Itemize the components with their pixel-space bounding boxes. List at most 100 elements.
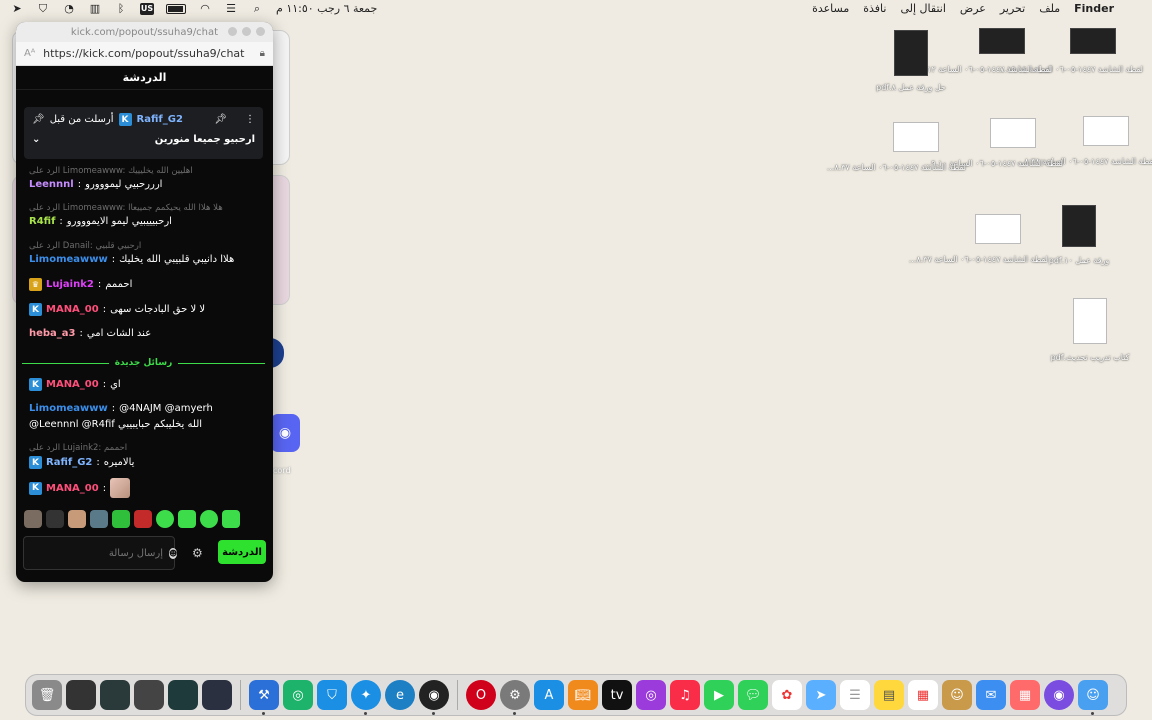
battery-icon[interactable] [166,3,186,14]
desktop-file[interactable]: لقطة الشاشة ١٤٤٧-٠٥-٠٦ الساعة ٩.١٠... [924,118,1063,170]
window-thumbnail-icon[interactable] [168,680,198,710]
window-thumbnail-icon[interactable] [134,680,164,710]
emoji-icon[interactable]: ☻ [169,547,178,559]
pinned-message[interactable]: 📌︎ أرسلت من قبل K Rafif_G2 📌︎ ⋮ ارحبيو ج… [24,107,263,159]
url-text[interactable]: https://kick.com/popout/ssuha9/chat [43,47,252,60]
opera-icon[interactable]: O [466,680,496,710]
notes-icon[interactable]: ▤ [874,680,904,710]
chat-username[interactable]: Rafif_G2 [46,457,92,468]
apple-icon[interactable] [1128,2,1142,15]
chat-message[interactable]: R4fif: ارحبيييبيي ليمو الايمووورو [29,216,265,227]
system-settings-icon[interactable]: ⚙ [500,680,530,715]
menu-edit[interactable]: تحرير [1000,2,1025,15]
window-thumbnail-icon[interactable] [66,680,96,710]
apple-tv-icon[interactable]: tv [602,680,632,710]
emote-icon[interactable] [222,510,240,528]
shield-icon[interactable]: ⛉ [36,2,50,15]
chevron-down-icon[interactable]: ⌄ [32,134,40,145]
menu-window[interactable]: نافذة [863,2,886,15]
close-button[interactable] [256,27,265,36]
facetime-icon[interactable]: ▶ [704,680,734,710]
more-options-icon[interactable]: ⋮ [245,114,255,125]
gear-icon[interactable]: ⚙ [192,546,203,560]
calendar-icon[interactable]: ▦ [908,680,938,710]
emote-icon[interactable] [24,510,42,528]
siri-icon[interactable]: ◉ [1044,680,1074,710]
pinned-user[interactable]: Rafif_G2 [137,114,183,125]
unpin-icon[interactable]: 📌︎ [214,114,227,125]
chat-message[interactable]: ♛ Lujaink2: احممم [29,278,265,291]
messages-icon[interactable]: 💬︎ [738,680,768,710]
emote-icon[interactable] [156,510,174,528]
reminders-icon[interactable]: ☰ [840,680,870,710]
chat-message[interactable]: Limomeawww: هلاا دانيبي قلبيبي الله يخلي… [29,254,265,265]
emote-icon[interactable] [178,510,196,528]
control-center-icon[interactable]: ☰ [224,2,238,15]
desktop-file[interactable]: كتاب تدريب تحديث.pdf [1040,298,1140,364]
bluetooth-icon[interactable]: ᛒ [114,2,128,15]
message-composer[interactable]: ☻ [23,536,178,570]
address-bar[interactable]: Aᴬ https://kick.com/popout/ssuha9/chat 🔒… [16,42,273,66]
books-icon[interactable]: 📖︎ [568,680,598,710]
chat-username[interactable]: Lujaink2 [46,279,94,290]
maps-icon[interactable]: ➤ [806,680,836,710]
window-thumbnail-icon[interactable] [202,680,232,710]
send-chat-button[interactable]: الدردشة [218,540,266,564]
wifi-icon[interactable]: ◠ [198,2,212,15]
photos-icon[interactable]: ✿ [772,680,802,710]
app-store-icon[interactable]: A [534,680,564,710]
chat-username[interactable]: MANA_00 [46,483,99,494]
chat-message[interactable]: Limomeawww: @4NAJM @amyerh [29,403,265,414]
reader-icon[interactable]: Aᴬ [24,48,35,59]
emote-icon[interactable] [68,510,86,528]
chat-message[interactable]: K Rafif_G2: يالاميره [29,456,265,469]
emote-icon[interactable] [200,510,218,528]
emote-icon[interactable] [112,510,130,528]
edge-icon[interactable]: e [385,680,415,710]
chat-username[interactable]: MANA_00 [46,304,99,315]
contacts-icon[interactable]: ☺ [942,680,972,710]
menu-go[interactable]: انتقال إلى [900,2,945,15]
menu-file[interactable]: ملف [1039,2,1060,15]
mail-icon[interactable]: ✉ [976,680,1006,710]
display-icon[interactable]: ▥ [88,2,102,15]
message-input[interactable] [38,547,163,559]
music-icon[interactable]: ♫ [670,680,700,710]
location-icon[interactable]: ➤ [10,2,24,15]
window-titlebar[interactable]: kick.com/popout/ssuha9/chat [16,22,273,42]
time-machine-icon[interactable]: ◔ [62,2,76,15]
podcasts-icon[interactable]: ◎ [636,680,666,710]
chat-message[interactable]: K MANA_00: [29,478,265,498]
lock-icon[interactable]: 🔒︎ [260,48,265,59]
desktop-file[interactable]: لقطة الشاشة ١٤٤٧-٠٥-٠٦ الساعة ٨.١٢... [913,28,1052,76]
zoom-button[interactable] [228,27,237,36]
menu-view[interactable]: عرض [960,2,986,15]
obs-icon[interactable]: ◉ [419,680,449,715]
launchpad-icon[interactable]: ▦ [1010,680,1040,710]
chat-username[interactable]: Limomeawww [29,254,108,265]
input-source-icon[interactable]: US [140,2,154,15]
emote-icon[interactable] [46,510,64,528]
shield-app-icon[interactable]: ⛉ [317,680,347,710]
desktop-file[interactable]: لقطة الشاشة ١٤٤٧-٠٥-٠٦ الساعة ٨.٣٨... [1017,116,1152,168]
finder-icon[interactable]: ☺ [1078,680,1108,715]
app-icon[interactable]: ◎ [283,680,313,710]
chat-message[interactable]: heba_a3: عند الشات امي [29,328,265,339]
trash-icon[interactable]: 🗑︎ [32,680,62,710]
clock[interactable]: جمعة ٦ رجب ١١:٥٠ م [276,2,377,15]
chat-username[interactable]: Leennnl [29,179,74,190]
chat-message[interactable]: K MANA_00: لا لا حق البادجات سهى [29,303,265,316]
menu-finder[interactable]: Finder [1074,2,1114,15]
window-thumbnail-icon[interactable] [100,680,130,710]
desktop-file[interactable]: لقطة الشاشة ١٤٤٧-٠٥-٠٦ الساعة ٨.٣٧... [909,214,1048,266]
menu-help[interactable]: مساعدة [812,2,849,15]
chat-username[interactable]: Limomeawww [29,403,108,414]
desktop-file[interactable]: لقطة الشاشة ١٤٤٧-٠٥-٠٦ الساعة ٨.٣٧... [827,122,966,174]
safari-icon[interactable]: ✦ [351,680,381,715]
chat-username[interactable]: MANA_00 [46,379,99,390]
search-icon[interactable]: ⌕ [250,2,264,15]
minimize-button[interactable] [242,27,251,36]
xcode-icon[interactable]: ⚒ [249,680,279,715]
discord-icon[interactable]: ◉ [270,414,300,452]
emote-icon[interactable] [90,510,108,528]
